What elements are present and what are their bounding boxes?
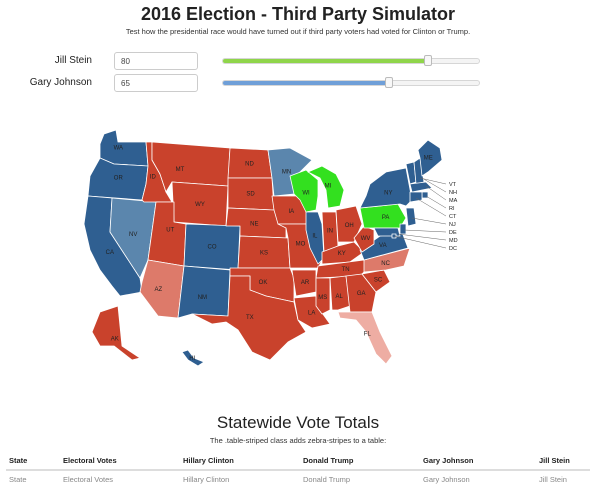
small-state-labels: VT NH MA RI CT NJ DE MD DC [449,182,458,252]
small-state-label-DE: DE [449,230,457,236]
small-state-label-DC: DC [449,246,457,252]
state-label-SC: SC [374,278,383,284]
small-state-label-CT: CT [449,214,457,220]
state-label-KY: KY [338,251,346,257]
small-state-label-NJ: NJ [449,222,456,228]
small-state-label-VT: VT [449,182,457,188]
state-label-OR: OR [114,176,124,182]
column-header: Jill Stein [536,452,590,471]
state-label-NM: NM [198,295,207,301]
state-label-IN: IN [327,229,333,235]
state-label-ME: ME [424,156,433,162]
jill-stein-slider[interactable] [222,55,480,66]
state-MA[interactable] [409,181,433,193]
state-label-TX: TX [246,315,254,321]
state-label-AR: AR [301,280,310,286]
state-label-WV: WV [361,236,371,242]
column-header: Hillary Clinton [180,452,300,471]
state-NY[interactable] [359,167,413,209]
results-subtitle: The .table-striped class adds zebra-stri… [209,436,387,445]
gary-johnson-label: Gary Johnson [29,77,92,88]
column-header: State [6,452,60,471]
state-label-ND: ND [245,162,254,168]
small-state-label-MD: MD [449,238,458,244]
state-label-CO: CO [208,245,217,251]
state-label-GA: GA [357,291,366,297]
column-header: Donald Trump [300,452,420,471]
state-label-AL: AL [336,294,344,300]
table-cell: Hillary Clinton [183,475,230,484]
state-label-NV: NV [129,232,137,238]
page-subtitle: Test how the presidential race would hav… [125,27,471,36]
state-label-IA: IA [288,209,294,215]
gary-johnson-slider-fill [223,81,390,85]
state-label-NY: NY [384,190,392,196]
state-AK[interactable] [91,305,141,361]
page-title: 2016 Election - Third Party Simulator [140,4,456,24]
gary-johnson-input[interactable]: 65 [114,74,198,92]
state-label-NC: NC [381,261,390,267]
state-label-VA: VA [379,243,387,249]
gary-johnson-slider-handle[interactable] [385,77,394,88]
state-label-OH: OH [345,223,354,229]
state-label-NE: NE [250,221,258,227]
small-state-label-RI: RI [449,206,455,212]
state-label-CA: CA [106,250,114,256]
state-NJ[interactable] [405,207,417,227]
state-label-WI: WI [302,190,310,196]
state-label-TN: TN [342,267,350,273]
jill-stein-label: Jill Stein [54,55,92,66]
state-label-MT: MT [176,167,185,173]
us-election-map: WA OR CA NV ID MT WY UT AZ CO NM ND SD NE KS OK TX MN IA MO… [83,129,458,367]
state-DE[interactable] [399,223,407,235]
jill-stein-slider-handle[interactable] [423,55,432,66]
table-header-row: State Electoral Votes Hillary Clinton Do… [6,452,590,471]
table-cell: State [9,475,27,484]
results-table: State Electoral Votes Hillary Clinton Do… [6,452,590,488]
state-label-UT: UT [166,227,174,233]
state-label-PA: PA [382,215,390,221]
state-label-MO: MO [296,241,306,247]
state-label-AZ: AZ [154,287,162,293]
small-state-label-MA: MA [449,198,458,204]
state-label-LA: LA [308,311,315,317]
state-label-OK: OK [259,280,268,286]
state-label-MI: MI [325,184,332,190]
jill-stein-input[interactable]: 80 [114,52,198,70]
jill-stein-slider-fill [223,59,428,63]
gary-johnson-row: Gary Johnson 65 [0,74,596,94]
table-cell: Gary Johnson [423,475,470,484]
state-label-AK: AK [111,336,119,342]
results-title: Statewide Vote Totals [216,413,380,432]
state-label-MS: MS [318,295,327,301]
state-NM[interactable] [177,265,231,319]
table-cell: Jill Stein [539,475,567,484]
state-label-WA: WA [114,146,123,152]
state-label-MN: MN [282,170,291,176]
table-cell: Electoral Votes [63,475,114,484]
state-label-WY: WY [195,202,205,208]
gary-johnson-slider[interactable] [222,77,480,88]
state-label-FL: FL [364,331,372,337]
state-label-HI: HI [189,356,195,362]
state-label-KS: KS [260,251,268,257]
state-WA[interactable] [99,129,149,167]
state-label-IL: IL [312,233,318,239]
column-header: Gary Johnson [420,452,536,471]
state-label-SD: SD [246,192,255,198]
jill-stein-row: Jill Stein 80 [0,52,596,72]
state-RI[interactable] [421,191,429,199]
table-cell: Donald Trump [303,475,351,484]
column-header: Electoral Votes [60,452,180,471]
state-FL[interactable] [337,311,393,365]
small-state-label-NH: NH [449,190,457,196]
table-row: State Electoral Votes Hillary Clinton Do… [6,470,590,488]
state-label-ID: ID [150,174,157,180]
